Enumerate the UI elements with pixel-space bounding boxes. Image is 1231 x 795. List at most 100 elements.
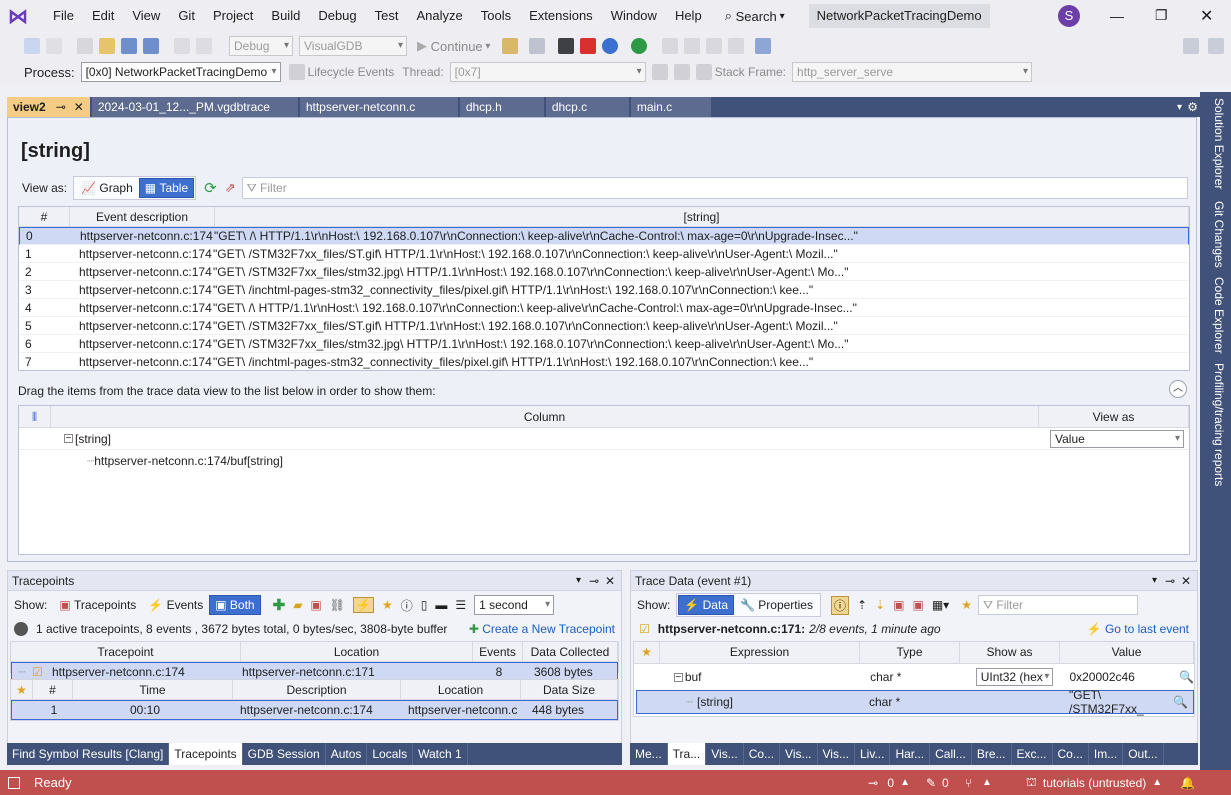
lightning-filter-icon[interactable]: ⚡ — [353, 597, 374, 613]
star-icon[interactable]: ★ — [961, 598, 972, 612]
branch-icon[interactable]: ⑂ — [965, 776, 972, 790]
tracepoint-enabled-icon[interactable]: ☑ — [32, 665, 52, 679]
expression-row-buf[interactable]: − buf char * UInt32 (hex 0x20002c46 🔍 — [634, 664, 1194, 690]
bottom-tab[interactable]: Vis... — [706, 743, 744, 765]
hot-reload-icon[interactable] — [755, 38, 772, 54]
close-icon[interactable]: ✕ — [1181, 571, 1191, 591]
bottom-tab[interactable]: Watch 1 — [413, 743, 468, 765]
close-icon[interactable]: ✕ — [74, 97, 84, 117]
tree-expander-icon[interactable]: − — [64, 434, 73, 444]
minimize-button[interactable]: — — [1110, 8, 1124, 24]
menu-help[interactable]: Help — [666, 0, 711, 32]
bottom-tab[interactable]: Me... — [630, 743, 668, 765]
menu-test[interactable]: Test — [366, 0, 408, 32]
bottom-tab[interactable]: Co... — [744, 743, 781, 765]
notifications-icon[interactable]: 🔔 — [1180, 776, 1195, 790]
bottom-tab[interactable]: Find Symbol Results [Clang] — [7, 743, 170, 765]
attach-icon[interactable] — [502, 38, 519, 54]
feedback-icon[interactable] — [1208, 38, 1224, 54]
expression-row-string[interactable]: ┈ [string] char * "GET\ /STM32F7xx_ 🔍 — [636, 688, 1194, 716]
stack-frame-dropdown[interactable]: http_server_serve — [792, 62, 1033, 82]
flag-thread-icon[interactable] — [651, 64, 668, 80]
show-data-button[interactable]: ⚡ Data — [678, 595, 734, 615]
bottom-tab[interactable]: GDB Session — [243, 743, 326, 765]
menu-edit[interactable]: Edit — [83, 0, 123, 32]
expand-callstack-icon[interactable] — [695, 64, 712, 80]
redo-icon[interactable] — [196, 38, 212, 54]
menu-build[interactable]: Build — [262, 0, 309, 32]
avatar[interactable]: S — [1058, 5, 1080, 27]
menu-debug[interactable]: Debug — [309, 0, 365, 32]
export-chart-icon[interactable]: ⇗ — [225, 180, 236, 196]
show-both-button[interactable]: ▣ Both — [209, 595, 261, 615]
chevron-up-icon[interactable]: ▲ — [982, 777, 992, 788]
collapse-button[interactable]: ︿ — [1169, 380, 1187, 398]
stop-icon[interactable] — [580, 38, 597, 54]
chevron-up-icon[interactable]: ▲ — [1152, 777, 1162, 788]
table-row[interactable]: 6 httpserver-netconn.c:174 "GET\ /STM32F7x… — [19, 335, 1189, 353]
pause-icon[interactable] — [558, 38, 575, 54]
table-row[interactable]: 4 httpserver-netconn.c:174 "GET\ /\ HTTP/1… — [19, 299, 1189, 317]
menu-analyze[interactable]: Analyze — [407, 0, 471, 32]
bottom-tab[interactable]: Vis... — [780, 743, 818, 765]
repo-name[interactable]: tutorials (untrusted) — [1043, 776, 1146, 790]
favorite-star-icon[interactable]: ★ — [634, 642, 660, 664]
step-out-icon[interactable] — [728, 38, 745, 54]
tab-view2[interactable]: view2 ⊸ ✕ — [7, 97, 90, 117]
table-export-icon[interactable]: ▦▾ — [932, 598, 949, 612]
pin-icon[interactable]: ⊸ — [589, 571, 599, 591]
continue-button[interactable]: ▶ Continue ▾ — [417, 38, 490, 54]
settings-gear-icon[interactable]: ⚙ — [1187, 100, 1198, 114]
window-layout-icon[interactable] — [529, 38, 546, 54]
up-arrow-icon[interactable]: ⇡ — [857, 598, 867, 612]
pencil-icon[interactable]: ✎ — [926, 776, 936, 790]
lifecycle-events-button[interactable]: Lifecycle Events — [308, 65, 395, 79]
menu-extensions[interactable]: Extensions — [520, 0, 602, 32]
col-header-event-description[interactable]: Event description — [70, 207, 215, 227]
thread-dropdown[interactable]: [0x7] — [449, 62, 646, 82]
table-row[interactable]: 1 httpserver-netconn.c:174 "GET\ /STM32F7x… — [19, 245, 1189, 263]
search-button[interactable]: ⌕ Search ▾ — [725, 8, 785, 24]
menu-project[interactable]: Project — [204, 0, 262, 32]
step-over-icon[interactable] — [706, 38, 723, 54]
show-next-statement-icon[interactable] — [662, 38, 679, 54]
maximize-button[interactable]: ❐ — [1155, 7, 1168, 24]
table-row[interactable]: 7 httpserver-netconn.c:174 "GET\ /inchtml-… — [19, 353, 1189, 370]
configuration-dropdown[interactable]: Debug — [229, 36, 293, 56]
side-tab-solution-explorer[interactable]: Solution Explorer — [1206, 96, 1226, 192]
flag-all-icon[interactable] — [673, 64, 690, 80]
bottom-tab[interactable]: Liv... — [855, 743, 891, 765]
show-properties-button[interactable]: 🔧 Properties — [734, 595, 819, 615]
magnifier-icon[interactable]: 🔍 — [1179, 670, 1194, 684]
create-tracepoint-link[interactable]: ✚ Create a New Tracepoint — [469, 622, 615, 636]
favorite-star-icon[interactable]: ★ — [11, 680, 33, 700]
bottom-tab[interactable]: Tracepoints — [169, 743, 243, 765]
show-tracepoints-button[interactable]: ▣ Tracepoints — [53, 595, 142, 615]
chevron-up-icon[interactable]: ▲ — [900, 777, 910, 788]
menu-file[interactable]: File — [44, 0, 83, 32]
col-header-index[interactable]: # — [19, 207, 70, 227]
process-dropdown[interactable]: [0x0] NetworkPacketTracingDemo — [80, 62, 281, 82]
bottom-tab[interactable]: Locals — [367, 743, 414, 765]
bottom-tab[interactable]: Vis... — [818, 743, 855, 765]
menu-window[interactable]: Window — [602, 0, 666, 32]
tab-dhcp-c[interactable]: dhcp.c — [545, 97, 629, 117]
forward-icon[interactable] — [46, 38, 62, 54]
bottom-tab[interactable]: Bre... — [972, 743, 1012, 765]
interval-dropdown[interactable]: 1 second — [474, 595, 555, 615]
back-icon[interactable] — [24, 38, 40, 54]
filter-box[interactable]: ⛛ Filter — [241, 177, 1188, 199]
tab-main-c[interactable]: main.c — [630, 97, 711, 117]
git-commit-icon[interactable]: ⊸ — [868, 776, 881, 790]
down-arrow-icon[interactable]: ⇣ — [875, 598, 885, 612]
new-project-icon[interactable] — [77, 38, 93, 54]
bottom-tab[interactable]: Tra... — [667, 743, 707, 765]
side-tab-code-explorer[interactable]: Code Explorer — [1206, 274, 1226, 356]
folder-icon[interactable]: ▰ — [293, 598, 302, 612]
tag-icon[interactable]: ▬ — [435, 598, 447, 612]
link-icon[interactable]: ⛓ — [330, 598, 345, 612]
bottom-tab[interactable]: Exc... — [1012, 743, 1053, 765]
tree-child-item[interactable]: httpserver-netconn.c:174/buf[string] — [94, 454, 283, 468]
event-row[interactable]: 1 00:10 httpserver-netconn.c:174 httpser… — [11, 700, 618, 720]
col-header-string[interactable]: [string] — [215, 207, 1189, 227]
